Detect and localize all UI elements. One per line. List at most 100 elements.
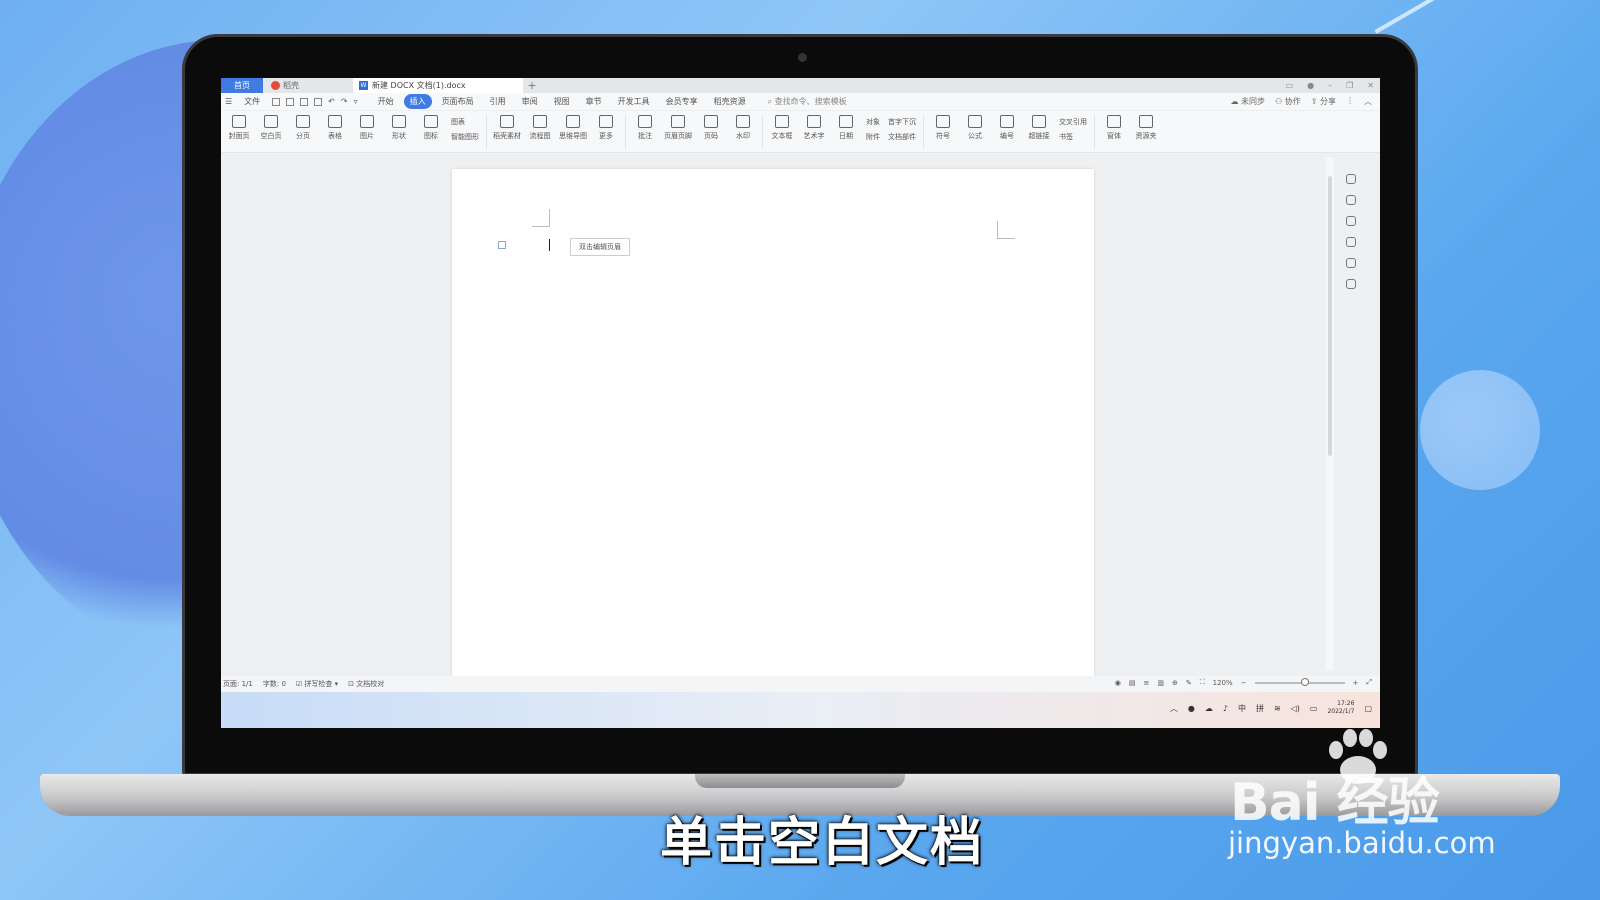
menu-tab-3[interactable]: 引用 <box>484 94 512 109</box>
scrollbar-thumb[interactable] <box>1328 176 1332 456</box>
menu-file[interactable]: 文件 <box>238 94 266 109</box>
fit-icon[interactable]: ⛶ <box>1200 678 1205 687</box>
menu-tab-2[interactable]: 页面布局 <box>436 94 480 109</box>
ime-chinese[interactable]: 中 <box>1238 703 1246 714</box>
mic-icon[interactable]: ♪ <box>1223 704 1228 713</box>
help-icon[interactable] <box>1346 237 1356 247</box>
ribbon-button-buttons3-1[interactable]: 页眉页脚 <box>664 115 692 141</box>
redo-icon[interactable]: ↷ <box>341 97 348 106</box>
backup-icon[interactable] <box>1346 258 1356 268</box>
select-icon[interactable] <box>1346 195 1356 205</box>
menu-tab-9[interactable]: 稻壳资源 <box>708 94 752 109</box>
pen-icon[interactable] <box>1346 174 1356 184</box>
paragraph-icon[interactable] <box>498 241 506 249</box>
ribbon-button-buttons6-1[interactable]: 资源夹 <box>1133 115 1159 141</box>
tab-document[interactable]: W 新建 DOCX 文档(1).docx <box>353 78 523 93</box>
menu-icon[interactable]: ☰ <box>225 97 232 106</box>
more-icon[interactable]: ⋮ <box>1346 96 1354 107</box>
layout-icon[interactable]: ▭ <box>1286 81 1294 90</box>
avatar[interactable]: ● <box>1307 81 1314 90</box>
ribbon-button-buttons-6[interactable]: 图标 <box>418 115 444 141</box>
ribbon-button-buttons5-2[interactable]: 编号 <box>994 115 1020 141</box>
menu-tab-6[interactable]: 章节 <box>580 94 608 109</box>
ribbon-button-buttons2-2[interactable]: 思维导图 <box>559 115 587 141</box>
zoom-slider[interactable] <box>1254 677 1345 686</box>
battery-icon[interactable]: ▭ <box>1310 704 1318 713</box>
export-icon[interactable] <box>286 97 295 106</box>
menu-tab-1[interactable]: 插入 <box>403 94 432 109</box>
tray-expand-icon[interactable]: ︿ <box>1170 703 1178 714</box>
ribbon-button-buttons2-3[interactable]: 更多 <box>593 115 619 141</box>
ribbon-button-buttons2-0[interactable]: 稻壳素材 <box>493 115 521 141</box>
print-icon[interactable] <box>300 97 309 106</box>
ribbon-button-buttons-2[interactable]: 分页 <box>290 115 316 141</box>
qq-icon[interactable]: ● <box>1188 704 1195 713</box>
ribbon-button-buttons4-1[interactable]: 艺术字 <box>801 115 827 141</box>
ribbon-small-button[interactable]: 对象 <box>866 117 880 127</box>
ribbon-button-buttons-5[interactable]: 形状 <box>386 115 412 141</box>
ribbon-button-buttons6-0[interactable]: 窗体 <box>1101 115 1127 141</box>
ribbon-button-buttons-1[interactable]: 空白页 <box>258 115 284 141</box>
undo-icon[interactable]: ↶ <box>328 97 335 106</box>
ime-pinyin[interactable]: 拼 <box>1256 703 1264 714</box>
close-button[interactable]: ✕ <box>1367 81 1374 90</box>
ribbon-button-buttons3-3[interactable]: 水印 <box>730 115 756 141</box>
minimize-button[interactable]: – <box>1328 81 1332 90</box>
adjust-icon[interactable] <box>1346 216 1356 226</box>
doc-proof[interactable]: ⊡ 文档校对 <box>348 679 384 689</box>
header-edit-tip[interactable]: 双击编辑页眉 <box>570 238 630 256</box>
volume-icon[interactable]: ◁) <box>1291 704 1300 713</box>
ribbon-small-button[interactable]: 图表 <box>451 117 479 127</box>
zoom-slider-knob[interactable] <box>1300 677 1309 686</box>
new-tab-button[interactable]: + <box>523 79 541 92</box>
web-view-icon[interactable]: ⊕ <box>1172 679 1178 687</box>
ribbon-button-buttons5-3[interactable]: 超链接 <box>1026 115 1052 141</box>
zoom-out-button[interactable]: − <box>1241 679 1247 687</box>
collab-button[interactable]: ⚇ 协作 <box>1275 96 1301 107</box>
ribbon-button-buttons-4[interactable]: 图片 <box>354 115 380 141</box>
notification-icon[interactable]: ▢ <box>1364 704 1372 713</box>
ribbon-small-button[interactable]: 智能图形 <box>451 132 479 142</box>
word-count[interactable]: 字数: 0 <box>263 679 286 689</box>
ribbon-button-buttons-0[interactable]: 封面页 <box>226 115 252 141</box>
restore-button[interactable]: ❐ <box>1346 81 1353 90</box>
tab-daoke[interactable]: 稻壳 <box>263 78 353 93</box>
menu-tab-0[interactable]: 开始 <box>372 94 400 109</box>
sync-button[interactable]: ☁ 未同步 <box>1230 96 1265 107</box>
ribbon-button-buttons3-0[interactable]: 批注 <box>632 115 658 141</box>
write-mode-icon[interactable]: ✎ <box>1186 679 1192 687</box>
tab-home[interactable]: 首页 <box>221 78 263 93</box>
settings-icon[interactable] <box>1346 279 1356 289</box>
ribbon-button-buttons2-1[interactable]: 流程图 <box>527 115 553 141</box>
ribbon-small-button[interactable]: 文档部件 <box>888 132 916 142</box>
share-button[interactable]: ⇪ 分享 <box>1311 96 1336 107</box>
spell-check[interactable]: ☑ 拼写检查 ▾ <box>296 679 338 689</box>
ribbon-button-buttons4-2[interactable]: 日期 <box>833 115 859 141</box>
clock[interactable]: 17:26 2022/1/7 <box>1327 700 1354 716</box>
ribbon-small-button[interactable]: 附件 <box>866 132 880 142</box>
ribbon-button-buttons5-0[interactable]: 符号 <box>930 115 956 141</box>
menu-tab-8[interactable]: 会员专享 <box>660 94 704 109</box>
page-view-icon[interactable]: ▤ <box>1129 679 1136 687</box>
ribbon-small-button[interactable]: 首字下沉 <box>888 117 916 127</box>
fullscreen-icon[interactable]: ⤢ <box>1366 678 1372 687</box>
zoom-in-button[interactable]: + <box>1353 679 1359 687</box>
wifi-icon[interactable]: ≋ <box>1274 704 1281 713</box>
menu-tab-7[interactable]: 开发工具 <box>612 94 656 109</box>
cloud-icon[interactable]: ☁ <box>1205 704 1213 713</box>
ribbon-small-button[interactable]: 书签 <box>1059 132 1087 142</box>
document-page[interactable]: 双击编辑页眉 <box>452 169 1094 676</box>
menu-tab-4[interactable]: 审阅 <box>516 94 544 109</box>
ribbon-button-buttons5-1[interactable]: 公式 <box>962 115 988 141</box>
menu-tab-5[interactable]: 视图 <box>548 94 576 109</box>
ribbon-small-button[interactable]: 交叉引用 <box>1059 117 1087 127</box>
ribbon-button-buttons-3[interactable]: 表格 <box>322 115 348 141</box>
collapse-ribbon-icon[interactable]: ︿ <box>1364 96 1372 107</box>
outline-view-icon[interactable]: ≡ <box>1143 679 1149 687</box>
zoom-level[interactable]: 120% <box>1213 679 1233 687</box>
ribbon-button-buttons3-2[interactable]: 页码 <box>698 115 724 141</box>
more-dropdown-icon[interactable]: ▿ <box>354 97 358 106</box>
save-icon[interactable] <box>272 97 281 106</box>
read-view-icon[interactable]: ▥ <box>1157 679 1164 687</box>
search-command[interactable]: ⌕ 查找命令、搜索模板 <box>768 96 847 107</box>
